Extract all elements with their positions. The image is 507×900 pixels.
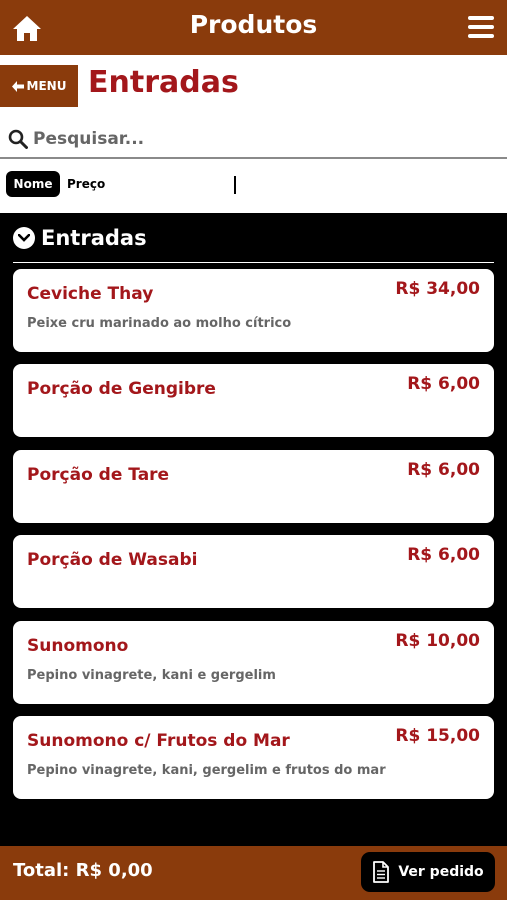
product-description: Pepino vinagrete, kani e gergelim [27,668,276,683]
product-price: R$ 6,00 [407,545,480,565]
arrow-left-icon [11,80,24,92]
document-icon [373,861,390,883]
product-name: Porção de Gengibre [27,379,216,399]
group-header[interactable]: Entradas [13,226,147,250]
product-name: Ceviche Thay [27,284,154,304]
top-bar: Produtos [0,0,507,55]
hamburger-icon[interactable] [468,16,494,40]
search-bar [0,120,507,159]
order-total: Total: R$ 0,00 [13,860,153,881]
product-card[interactable]: Sunomono c/ Frutos do Mar R$ 15,00 Pepin… [13,716,494,799]
product-price: R$ 10,00 [395,631,480,651]
product-description: Peixe cru marinado ao molho cítrico [27,316,292,331]
footer-bar: Total: R$ 0,00 Ver pedido [0,846,507,900]
product-card[interactable]: Porção de Wasabi R$ 6,00 [13,535,494,608]
view-order-button[interactable]: Ver pedido [361,852,495,892]
back-to-menu-button[interactable]: MENU [0,65,78,107]
product-card[interactable]: Porção de Tare R$ 6,00 [13,450,494,523]
subheader: MENU Entradas Nome Preço [0,55,507,213]
product-name: Sunomono [27,636,129,656]
search-input[interactable] [33,128,453,149]
sort-divider [234,176,236,194]
view-order-label: Ver pedido [398,864,484,880]
sort-by-name-button[interactable]: Nome [6,171,60,197]
group-divider [13,262,494,263]
group-title: Entradas [41,226,147,250]
page-title: Produtos [189,10,318,39]
menu-button-label: MENU [26,79,67,93]
product-name: Porção de Wasabi [27,550,198,570]
product-description: Pepino vinagrete, kani, gergelim e fruto… [27,763,386,778]
product-name: Sunomono c/ Frutos do Mar [27,731,290,751]
product-price: R$ 6,00 [407,460,480,480]
product-card[interactable]: Sunomono R$ 10,00 Pepino vinagrete, kani… [13,621,494,704]
product-list: Entradas Ceviche Thay R$ 34,00 Peixe cru… [0,213,507,846]
search-icon [8,129,28,149]
chevron-down-circle-icon [13,227,35,249]
product-price: R$ 34,00 [395,279,480,299]
product-price: R$ 15,00 [395,726,480,746]
section-title: Entradas [88,65,239,100]
sort-by-price-button[interactable]: Preço [67,177,105,191]
sort-options: Nome Preço [0,161,507,213]
product-card[interactable]: Porção de Gengibre R$ 6,00 [13,364,494,437]
product-price: R$ 6,00 [407,374,480,394]
product-name: Porção de Tare [27,465,170,485]
product-card[interactable]: Ceviche Thay R$ 34,00 Peixe cru marinado… [13,269,494,352]
